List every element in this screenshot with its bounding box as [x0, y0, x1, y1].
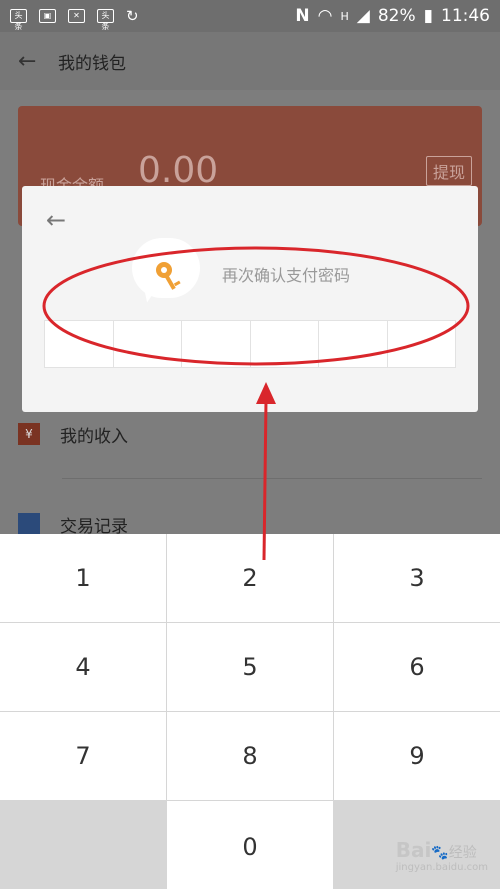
back-arrow-icon[interactable]: ←	[18, 49, 44, 74]
nfc-icon: N	[295, 6, 310, 26]
key-8[interactable]: 8	[167, 712, 333, 800]
menu-item-label: 我的收入	[60, 426, 128, 447]
watermark-brand-cn: 经验	[448, 845, 477, 861]
key-1[interactable]: 1	[0, 534, 166, 622]
battery-icon: ▮	[423, 6, 433, 26]
key-9[interactable]: 9	[334, 712, 500, 800]
paw-icon: 🐾	[431, 845, 449, 861]
mail-icon: ✕	[68, 9, 85, 23]
key-6[interactable]: 6	[334, 623, 500, 711]
refresh-icon: ↻	[126, 7, 139, 25]
menu-item-label: 交易记录	[60, 516, 128, 537]
toutiao-icon: 头条	[97, 9, 114, 31]
watermark-brand: Bai	[395, 838, 432, 862]
status-bar: 头条 ▣ ✕ 头条 ↻ N ◠ H ◢ 82% ▮ 11:46	[0, 0, 500, 32]
password-digit-cell	[251, 321, 319, 367]
key-icon	[156, 262, 181, 290]
h-label: H	[340, 9, 349, 23]
signal-icon: ◢	[356, 6, 370, 26]
password-digit-cell	[114, 321, 182, 367]
password-digit-cell	[319, 321, 388, 367]
status-left-icons: 头条 ▣ ✕ 头条 ↻	[10, 7, 139, 31]
key-5[interactable]: 5	[167, 623, 333, 711]
password-input[interactable]	[44, 320, 456, 368]
balance-value: 0.00	[138, 150, 219, 191]
key-2[interactable]: 2	[167, 534, 333, 622]
image-icon: ▣	[39, 9, 56, 23]
numeric-keypad: 1 2 3 4 5 6 7 8 9 0	[0, 534, 500, 889]
menu-item-income[interactable]: ¥ 我的收入	[18, 404, 482, 464]
watermark-url: jingyan.baidu.com	[395, 862, 488, 873]
key-0[interactable]: 0	[167, 801, 333, 889]
page-title: 我的钱包	[58, 53, 126, 74]
baidu-watermark: Bai🐾经验 jingyan.baidu.com	[396, 838, 488, 873]
password-digit-cell	[45, 321, 114, 367]
toutiao-icon: 头条	[10, 9, 27, 31]
clipboard-icon	[18, 513, 40, 535]
clock: 11:46	[441, 6, 490, 26]
dialog-prompt: 再次确认支付密码	[222, 266, 351, 285]
password-digit-cell	[182, 321, 251, 367]
wifi-icon: ◠	[317, 6, 333, 26]
income-icon: ¥	[18, 423, 40, 445]
key-7[interactable]: 7	[0, 712, 166, 800]
confirm-password-dialog: ← 再次确认支付密码	[22, 186, 478, 412]
app-header: ← 我的钱包	[0, 32, 500, 90]
key-4[interactable]: 4	[0, 623, 166, 711]
dialog-back-arrow-icon[interactable]: ←	[46, 206, 66, 234]
password-digit-cell	[388, 321, 456, 367]
status-right: N ◠ H ◢ 82% ▮ 11:46	[295, 6, 490, 26]
withdraw-button[interactable]: 提现	[425, 156, 472, 186]
divider	[62, 478, 482, 479]
key-blank-left	[0, 801, 166, 889]
key-3[interactable]: 3	[334, 534, 500, 622]
battery-percent: 82%	[377, 6, 416, 26]
